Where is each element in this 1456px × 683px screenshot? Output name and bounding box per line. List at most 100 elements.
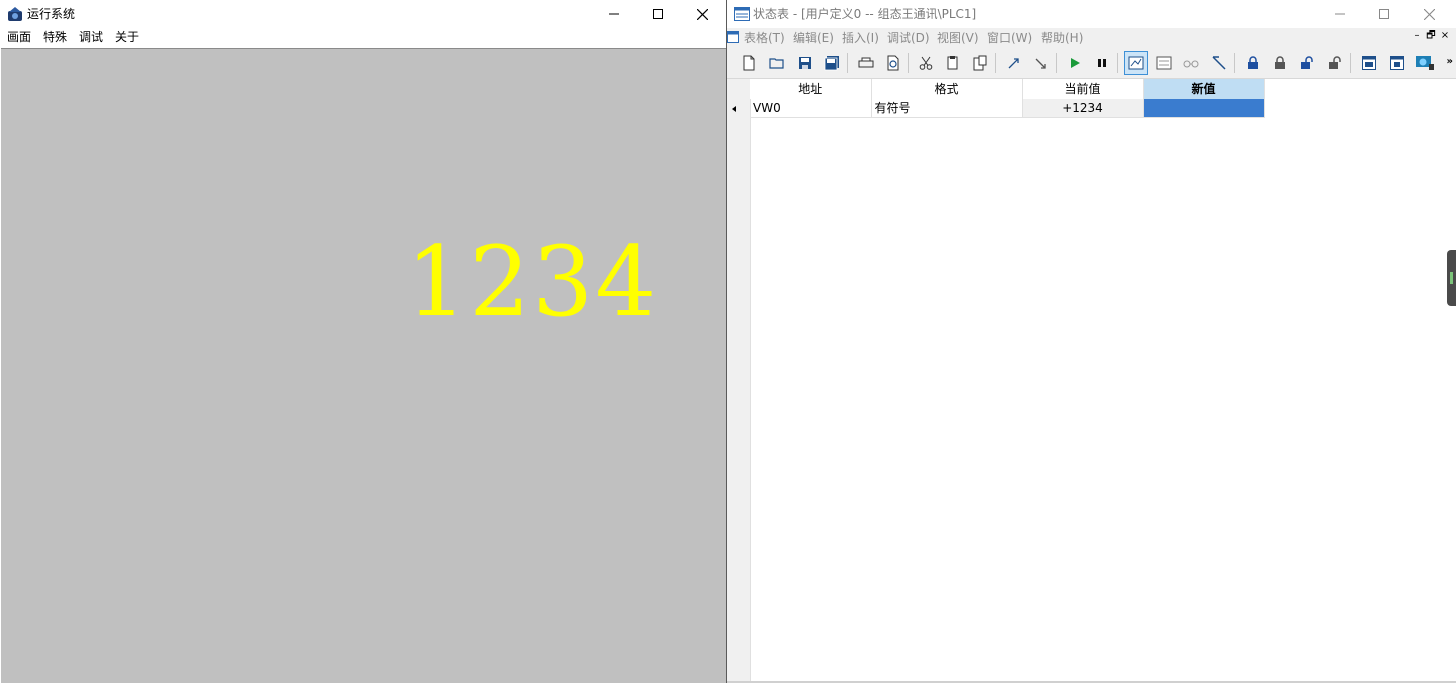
runtime-menubar: 画面 特殊 调试 关于 bbox=[0, 28, 726, 47]
menu-table[interactable]: 表格(T) bbox=[744, 31, 785, 46]
menu-picture[interactable]: 画面 bbox=[7, 30, 31, 45]
menu-insert[interactable]: 插入(I) bbox=[842, 31, 879, 46]
menu-debug[interactable]: 调试(D) bbox=[887, 31, 930, 46]
status-chart-icon bbox=[1128, 56, 1144, 70]
paste-button[interactable] bbox=[968, 51, 992, 75]
lock-icon bbox=[1248, 56, 1258, 69]
runtime-canvas: 1234 bbox=[1, 48, 726, 683]
read-button[interactable] bbox=[1179, 51, 1203, 75]
current-row-marker-icon bbox=[732, 106, 736, 112]
toolbar-separator bbox=[1350, 53, 1351, 73]
print-button[interactable] bbox=[854, 51, 878, 75]
glasses-icon bbox=[1183, 60, 1199, 68]
mdi-close-button[interactable]: × bbox=[1439, 30, 1451, 42]
minimize-button[interactable] bbox=[592, 0, 636, 28]
window-title: 运行系统 bbox=[27, 7, 76, 21]
cut-button[interactable] bbox=[914, 51, 938, 75]
close-button[interactable] bbox=[1406, 0, 1452, 28]
print-preview-icon bbox=[887, 55, 899, 71]
status-toolbar: » bbox=[727, 48, 1456, 79]
cut-icon bbox=[919, 56, 933, 70]
open-button[interactable] bbox=[765, 51, 789, 75]
menu-edit[interactable]: 编辑(E) bbox=[793, 31, 834, 46]
minimize-button[interactable] bbox=[1317, 0, 1363, 28]
column-header-format[interactable]: 格式 bbox=[871, 79, 1023, 99]
pause-button[interactable] bbox=[1090, 51, 1114, 75]
pause-icon bbox=[1098, 59, 1106, 67]
new-button[interactable] bbox=[737, 51, 761, 75]
menu-special[interactable]: 特殊 bbox=[43, 30, 67, 45]
minimize-icon bbox=[1335, 13, 1345, 15]
force-icon bbox=[1301, 56, 1313, 69]
menu-debug[interactable]: 调试 bbox=[79, 30, 103, 45]
write-button[interactable] bbox=[1207, 51, 1231, 75]
column-header-new-value[interactable]: 新值 bbox=[1143, 79, 1265, 99]
save-button[interactable] bbox=[793, 51, 817, 75]
mdi-restore-button[interactable]: 🗗 bbox=[1425, 30, 1437, 42]
unforce-button[interactable] bbox=[1323, 51, 1347, 75]
toolbar-separator bbox=[908, 53, 909, 73]
toolbar-separator bbox=[1056, 53, 1057, 73]
window-title: 状态表 - [用户定义0 -- 组态王通讯\PLC1] bbox=[753, 7, 977, 21]
cell-new-value[interactable] bbox=[1143, 99, 1265, 118]
redo-button[interactable] bbox=[1029, 51, 1053, 75]
runtime-window: 运行系统 画面 特殊 调试 关于 1234 bbox=[0, 0, 727, 683]
minimize-icon bbox=[609, 13, 619, 15]
close-icon bbox=[696, 8, 708, 20]
status-chart-button[interactable] bbox=[1124, 51, 1148, 75]
menu-help[interactable]: 帮助(H) bbox=[1041, 31, 1083, 46]
copy-icon bbox=[947, 56, 958, 70]
toolbar-separator bbox=[1117, 53, 1118, 73]
status-table-window: 状态表 - [用户定义0 -- 组态王通讯\PLC1] 表格(T) 编辑(E) … bbox=[727, 0, 1456, 683]
paste-icon bbox=[973, 55, 987, 71]
trend-button[interactable] bbox=[1152, 51, 1176, 75]
column-header-address[interactable]: 地址 bbox=[750, 79, 872, 99]
menu-window[interactable]: 窗口(W) bbox=[987, 31, 1032, 46]
undo-button[interactable] bbox=[1002, 51, 1026, 75]
toolbar-separator bbox=[1234, 53, 1235, 73]
cell-address[interactable]: VW0 bbox=[750, 99, 872, 118]
run-icon bbox=[1071, 58, 1080, 68]
cell-format[interactable]: 有符号 bbox=[871, 99, 1023, 118]
window-1-icon bbox=[1362, 56, 1376, 70]
print-preview-button[interactable] bbox=[881, 51, 905, 75]
maximize-button[interactable] bbox=[1361, 0, 1407, 28]
mdi-minimize-button[interactable]: – bbox=[1411, 30, 1423, 42]
save-all-icon bbox=[824, 56, 839, 71]
new-icon bbox=[743, 55, 755, 71]
unlock-button[interactable] bbox=[1268, 51, 1292, 75]
side-panel-tab[interactable] bbox=[1447, 250, 1456, 306]
lock-button[interactable] bbox=[1241, 51, 1265, 75]
display-value: 1234 bbox=[406, 226, 659, 338]
unforce-icon bbox=[1329, 56, 1341, 69]
redo-icon bbox=[1035, 58, 1046, 69]
save-all-button[interactable] bbox=[820, 51, 844, 75]
column-header-current-value[interactable]: 当前值 bbox=[1022, 79, 1144, 99]
maximize-button[interactable] bbox=[636, 0, 680, 28]
unlock-icon bbox=[1275, 56, 1285, 69]
network-icon bbox=[1416, 56, 1434, 70]
window-2-button[interactable] bbox=[1385, 51, 1409, 75]
close-button[interactable] bbox=[680, 0, 724, 28]
window-1-button[interactable] bbox=[1357, 51, 1381, 75]
menu-view[interactable]: 视图(V) bbox=[937, 31, 979, 46]
network-button[interactable] bbox=[1413, 51, 1437, 75]
status-titlebar[interactable]: 状态表 - [用户定义0 -- 组态王通讯\PLC1] bbox=[727, 0, 1456, 28]
runtime-titlebar[interactable]: 运行系统 bbox=[0, 0, 726, 28]
app-logo-icon bbox=[7, 6, 23, 22]
run-button[interactable] bbox=[1063, 51, 1087, 75]
maximize-icon bbox=[1379, 9, 1389, 19]
menu-about[interactable]: 关于 bbox=[115, 30, 139, 45]
maximize-icon bbox=[653, 9, 663, 19]
force-button[interactable] bbox=[1295, 51, 1319, 75]
open-icon bbox=[769, 58, 784, 69]
table-header-row: 地址 格式 当前值 新值 bbox=[750, 79, 1265, 99]
trend-icon bbox=[1156, 56, 1172, 70]
toolbar-separator bbox=[847, 53, 848, 73]
row-header-column bbox=[727, 79, 751, 683]
copy-button[interactable] bbox=[941, 51, 965, 75]
side-tab-indicator bbox=[1450, 272, 1453, 284]
toolbar-overflow-icon[interactable]: » bbox=[1447, 56, 1453, 67]
toolbar-separator bbox=[995, 53, 996, 73]
status-table-area: 地址 格式 当前值 新值 VW0 有符号 +1234 bbox=[727, 79, 1456, 683]
